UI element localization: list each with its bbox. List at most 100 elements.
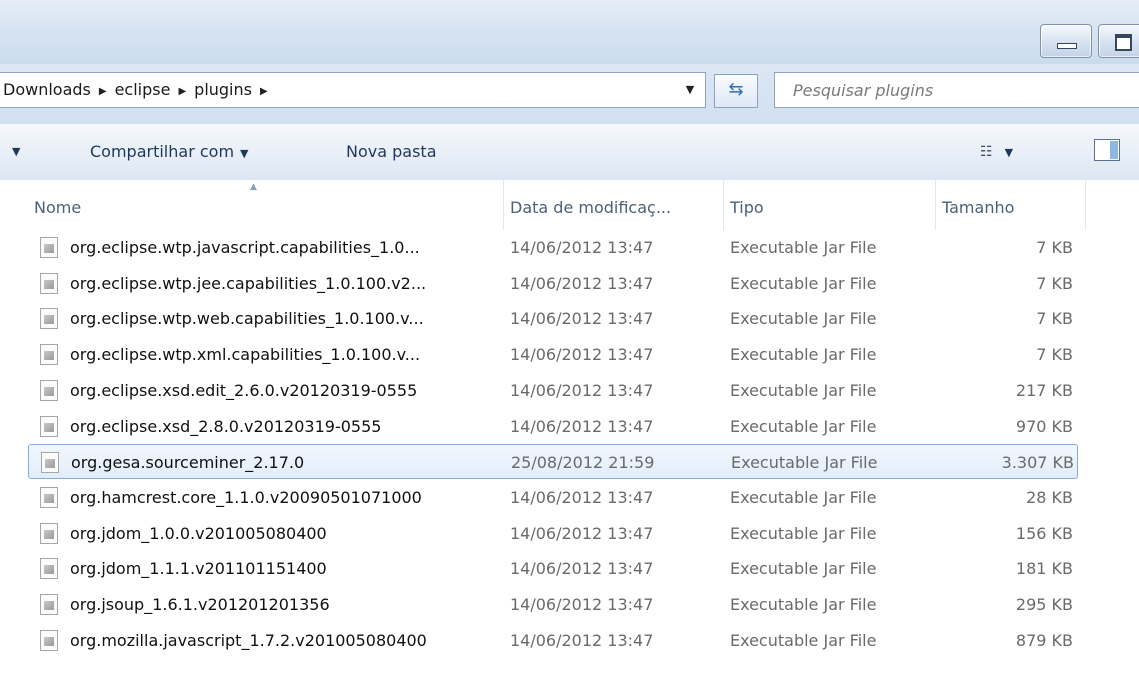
details-view-icon: ☷ (980, 144, 993, 160)
file-type: Executable Jar File (730, 417, 877, 436)
file-row[interactable]: org.mozilla.javascript_1.7.2.v2010050804… (28, 623, 1078, 658)
file-type: Executable Jar File (730, 524, 877, 543)
file-name: org.jdom_1.0.0.v201005080400 (70, 524, 327, 543)
share-with-button[interactable]: Compartilhar com ▼ (90, 124, 249, 180)
file-date-modified: 14/06/2012 13:47 (510, 559, 654, 578)
file-size: 7 KB (1036, 274, 1073, 293)
jar-file-icon (40, 380, 58, 401)
chevron-right-icon[interactable]: ▶ (258, 75, 270, 109)
file-type: Executable Jar File (730, 559, 877, 578)
command-bar: ▼ Compartilhar com ▼ Nova pasta ☷ ▼ (0, 124, 1139, 181)
file-type: Executable Jar File (730, 595, 877, 614)
file-date-modified: 25/08/2012 21:59 (511, 453, 655, 472)
file-row[interactable]: org.eclipse.wtp.web.capabilities_1.0.100… (28, 301, 1078, 336)
title-bar (0, 0, 1139, 64)
file-name: org.eclipse.wtp.web.capabilities_1.0.100… (70, 309, 424, 328)
file-date-modified: 14/06/2012 13:47 (510, 238, 654, 257)
file-name: org.mozilla.javascript_1.7.2.v2010050804… (70, 631, 427, 650)
file-name: org.eclipse.wtp.jee.capabilities_1.0.100… (70, 274, 427, 293)
column-headers: ▲ Nome Data de modificaç... Tipo Tamanho (0, 180, 1139, 230)
jar-file-icon (40, 487, 58, 508)
file-row[interactable]: org.hamcrest.core_1.1.0.v20090501071000 1… (28, 480, 1078, 515)
file-size: 879 KB (1015, 631, 1073, 650)
file-row[interactable]: org.jdom_1.0.0.v201005080400 14/06/2012 1… (28, 516, 1078, 551)
file-type: Executable Jar File (730, 631, 877, 650)
file-date-modified: 14/06/2012 13:47 (510, 345, 654, 364)
jar-file-icon (40, 344, 58, 365)
file-type: Executable Jar File (730, 488, 877, 507)
file-name: org.eclipse.xsd.edit_2.6.0.v20120319-055… (70, 381, 418, 400)
file-name: org.jdom_1.1.1.v201101151400 (70, 559, 327, 578)
file-row[interactable]: org.gesa.sourceminer_2.17.0 25/08/2012 21… (28, 444, 1078, 479)
search-box[interactable] (774, 72, 1139, 108)
file-row[interactable]: org.eclipse.wtp.xml.capabilities_1.0.100… (28, 337, 1078, 372)
file-size: 7 KB (1036, 345, 1073, 364)
file-name: org.eclipse.wtp.javascript.capabilities_… (70, 238, 420, 257)
file-size: 156 KB (1015, 524, 1073, 543)
jar-file-icon (40, 308, 58, 329)
file-name: org.hamcrest.core_1.1.0.v20090501071000 (70, 488, 422, 507)
file-date-modified: 14/06/2012 13:47 (510, 381, 654, 400)
file-size: 295 KB (1015, 595, 1073, 614)
file-row[interactable]: org.jdom_1.1.1.v201101151400 14/06/2012 1… (28, 551, 1078, 586)
file-name: org.gesa.sourceminer_2.17.0 (71, 453, 305, 472)
file-size: 3.307 KB (1001, 453, 1074, 472)
file-type: Executable Jar File (730, 238, 877, 257)
jar-file-icon (40, 416, 58, 437)
breadcrumb-item-downloads[interactable]: Downloads (0, 73, 97, 107)
column-header-date[interactable]: Data de modificaç... (504, 180, 724, 230)
chevron-down-icon: ▼ (240, 147, 249, 160)
file-type: Executable Jar File (730, 309, 877, 328)
file-date-modified: 14/06/2012 13:47 (510, 488, 654, 507)
address-bar[interactable]: Downloads ▶ eclipse ▶ plugins ▶ ▼ (0, 72, 706, 108)
file-date-modified: 14/06/2012 13:47 (510, 524, 654, 543)
file-size: 7 KB (1036, 238, 1073, 257)
organize-dropdown[interactable]: ▼ (12, 124, 20, 180)
address-history-dropdown[interactable]: ▼ (679, 73, 701, 107)
column-header-name[interactable]: Nome (28, 180, 504, 230)
minimize-button[interactable] (1040, 24, 1092, 58)
breadcrumb: Downloads ▶ eclipse ▶ plugins ▶ (0, 73, 270, 109)
jar-file-icon (41, 452, 59, 473)
chevron-down-icon: ▼ (12, 145, 21, 158)
preview-pane-button[interactable] (1094, 139, 1120, 161)
file-date-modified: 14/06/2012 13:47 (510, 595, 654, 614)
file-row[interactable]: org.eclipse.wtp.jee.capabilities_1.0.100… (28, 266, 1078, 301)
file-size: 217 KB (1015, 381, 1073, 400)
file-name: org.eclipse.xsd_2.8.0.v20120319-0555 (70, 417, 382, 436)
breadcrumb-item-plugins[interactable]: plugins (188, 73, 258, 107)
change-view-button[interactable]: ☷ ▼ (980, 140, 1040, 164)
address-row: Downloads ▶ eclipse ▶ plugins ▶ ▼ ⇆ (0, 64, 1139, 124)
breadcrumb-item-eclipse[interactable]: eclipse (109, 73, 177, 107)
file-size: 7 KB (1036, 309, 1073, 328)
file-name: org.eclipse.wtp.xml.capabilities_1.0.100… (70, 345, 421, 364)
file-name: org.jsoup_1.6.1.v201201201356 (70, 595, 330, 614)
column-header-type[interactable]: Tipo (724, 180, 936, 230)
share-with-label: Compartilhar com (90, 142, 235, 161)
file-row[interactable]: org.eclipse.wtp.javascript.capabilities_… (28, 230, 1078, 265)
chevron-right-icon[interactable]: ▶ (176, 75, 188, 109)
jar-file-icon (40, 273, 58, 294)
file-type: Executable Jar File (730, 274, 877, 293)
refresh-icon: ⇆ (728, 79, 744, 100)
new-folder-button[interactable]: Nova pasta (346, 124, 437, 180)
file-type: Executable Jar File (731, 453, 878, 472)
file-row[interactable]: org.eclipse.xsd_2.8.0.v20120319-0555 14/0… (28, 409, 1078, 444)
chevron-right-icon[interactable]: ▶ (97, 75, 109, 109)
file-date-modified: 14/06/2012 13:47 (510, 417, 654, 436)
jar-file-icon (40, 630, 58, 651)
refresh-button[interactable]: ⇆ (714, 74, 758, 108)
maximize-button[interactable] (1098, 24, 1139, 58)
file-date-modified: 14/06/2012 13:47 (510, 274, 654, 293)
chevron-down-icon: ▼ (1004, 146, 1014, 159)
file-date-modified: 14/06/2012 13:47 (510, 309, 654, 328)
file-size: 28 KB (1026, 488, 1073, 507)
jar-file-icon (40, 594, 58, 615)
file-size: 970 KB (1015, 417, 1073, 436)
file-size: 181 KB (1015, 559, 1073, 578)
file-row[interactable]: org.jsoup_1.6.1.v201201201356 14/06/2012 … (28, 587, 1078, 622)
file-type: Executable Jar File (730, 345, 877, 364)
file-row[interactable]: org.eclipse.xsd.edit_2.6.0.v20120319-055… (28, 373, 1078, 408)
search-input[interactable] (791, 73, 1135, 107)
column-header-size[interactable]: Tamanho (936, 180, 1086, 230)
